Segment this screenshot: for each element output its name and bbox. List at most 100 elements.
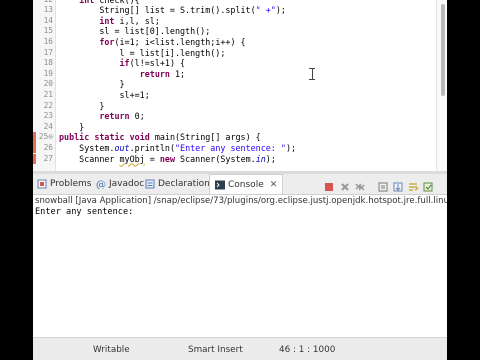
clear-console-icon[interactable] — [377, 178, 389, 192]
code-line[interactable]: 14 int i,l, sl; — [33, 16, 433, 27]
problems-icon — [37, 179, 47, 189]
code-line[interactable]: 26 System.out.println("Enter any sentenc… — [33, 142, 433, 154]
tab-javadoc[interactable]: @ Javadoc — [96, 174, 144, 194]
code-token: " +" — [255, 5, 276, 16]
code-token: i,l, sl; — [114, 15, 160, 26]
code-line[interactable]: 24 } — [33, 122, 433, 133]
code-text: for(i=1; i<list.length;i++) { — [59, 36, 245, 48]
line-number: 21 — [43, 89, 53, 99]
remove-launch-icon[interactable] — [339, 178, 351, 191]
status-cursor-position: 46 : 1 : 1000 — [279, 345, 336, 355]
code-line[interactable]: 25⊖ public static void main(String[] args… — [33, 132, 433, 143]
code-token: .println( — [129, 142, 175, 153]
code-token: ); — [275, 5, 286, 16]
code-text: Scanner myObj = new Scanner(System.in); — [59, 154, 276, 165]
code-token: } — [59, 79, 125, 90]
code-line[interactable]: 22 } — [33, 101, 433, 112]
line-number: 14 — [43, 15, 53, 25]
code-line[interactable]: 17 l = list[i].length(); — [33, 48, 433, 59]
code-token: sl = list[0].length(); — [59, 26, 211, 37]
code-text: return 1; — [59, 69, 185, 80]
code-line[interactable]: 13 String[] list = S.trim().split(" +"); — [33, 5, 433, 16]
code-token: new — [159, 153, 176, 164]
code-line[interactable]: 19 return 1; — [33, 69, 433, 80]
status-bar: Writable Smart Insert 46 : 1 : 1000 — [33, 337, 447, 360]
code-token: } — [59, 121, 85, 132]
code-text: return 0; — [59, 111, 145, 122]
code-line[interactable]: 23 return 0; — [33, 111, 433, 122]
javadoc-icon: @ — [96, 179, 106, 191]
code-token: for — [99, 36, 115, 47]
eclipse-window: 12 int check(){13 String[] list = S.trim… — [33, 0, 447, 360]
tab-label: Javadoc — [109, 179, 145, 189]
code-token: ); — [265, 153, 276, 164]
code-token: out — [114, 142, 130, 153]
code-text: } — [59, 79, 125, 90]
code-line[interactable]: 21 sl+=1; — [33, 90, 433, 101]
code-token: myObj — [119, 153, 145, 164]
code-text: l = list[i].length(); — [59, 47, 226, 59]
line-number: 24 — [43, 121, 53, 131]
code-token: String[] list = S.trim().split( — [59, 5, 256, 16]
pin-console-icon[interactable] — [422, 178, 434, 192]
code-token: ); — [285, 142, 297, 153]
word-wrap-icon[interactable] — [407, 178, 419, 191]
code-text: } — [59, 122, 84, 133]
code-token: void — [129, 132, 150, 143]
code-editor[interactable]: 12 int check(){13 String[] list = S.trim… — [33, 0, 447, 171]
tab-problems[interactable]: Problems — [37, 174, 91, 194]
bottom-panel-tabs: Problems @ Javadoc Declaration Console ✕ — [33, 174, 447, 195]
code-text: if(l!=sl+1) { — [59, 58, 186, 69]
code-text: System.out.println("Enter any sentence: … — [59, 143, 296, 154]
code-text: public static void main(String[] args) { — [59, 132, 261, 143]
code-token: if — [119, 58, 130, 69]
text-cursor-icon — [309, 68, 315, 80]
line-number: 27 — [43, 153, 53, 163]
code-token: return — [139, 68, 170, 79]
line-number: 25⊖ — [38, 132, 53, 142]
line-number: 13 — [43, 5, 53, 15]
code-token: System. — [59, 142, 115, 153]
code-line[interactable]: 20 } — [33, 79, 433, 90]
line-number: 20 — [43, 79, 53, 89]
code-line[interactable]: 16 for(i=1; i<list.length;i++) { — [33, 37, 433, 48]
code-token: Scanner — [59, 153, 120, 164]
terminate-icon[interactable] — [323, 178, 335, 191]
code-token: l = list[i].length(); — [59, 47, 226, 58]
console-view[interactable]: snowball [Java Application] /snap/eclips… — [33, 195, 447, 337]
line-number: 23 — [43, 111, 53, 121]
svg-text:@: @ — [96, 180, 106, 189]
code-line[interactable]: 27 Scanner myObj = new Scanner(System.in… — [33, 153, 433, 165]
code-text: sl = list[0].length(); — [59, 26, 210, 37]
code-token: 0; — [129, 111, 145, 122]
code-token: in — [255, 153, 266, 164]
code-token: static — [94, 132, 125, 143]
code-token: (l!=sl+1) { — [129, 58, 186, 69]
code-text: sl+=1; — [59, 90, 150, 101]
tab-declaration[interactable]: Declaration — [145, 174, 210, 194]
code-text: int i,l, sl; — [59, 16, 160, 27]
code-line[interactable]: 15 sl = list[0].length(); — [33, 26, 433, 37]
line-number: 16 — [43, 36, 53, 46]
code-token: } — [59, 100, 105, 111]
code-token: int — [99, 15, 115, 26]
close-icon[interactable]: ✕ — [270, 180, 278, 190]
tab-console[interactable]: Console ✕ — [209, 174, 284, 194]
line-number: 15 — [43, 26, 53, 36]
code-line[interactable]: 18 if(l!=sl+1) { — [33, 58, 433, 69]
overview-ruler — [436, 0, 447, 171]
remove-all-icon[interactable] — [354, 178, 366, 191]
declaration-icon — [145, 179, 155, 189]
tab-label: Console — [228, 179, 264, 190]
console-output[interactable]: Enter any sentence: — [35, 207, 133, 217]
code-token: Scanner(System. — [175, 153, 256, 164]
editor-scrollbar[interactable] — [441, 4, 445, 96]
scroll-lock-icon[interactable] — [392, 178, 404, 192]
code-text: String[] list = S.trim().split(" +"); — [59, 5, 286, 16]
line-number: 17 — [43, 47, 53, 57]
